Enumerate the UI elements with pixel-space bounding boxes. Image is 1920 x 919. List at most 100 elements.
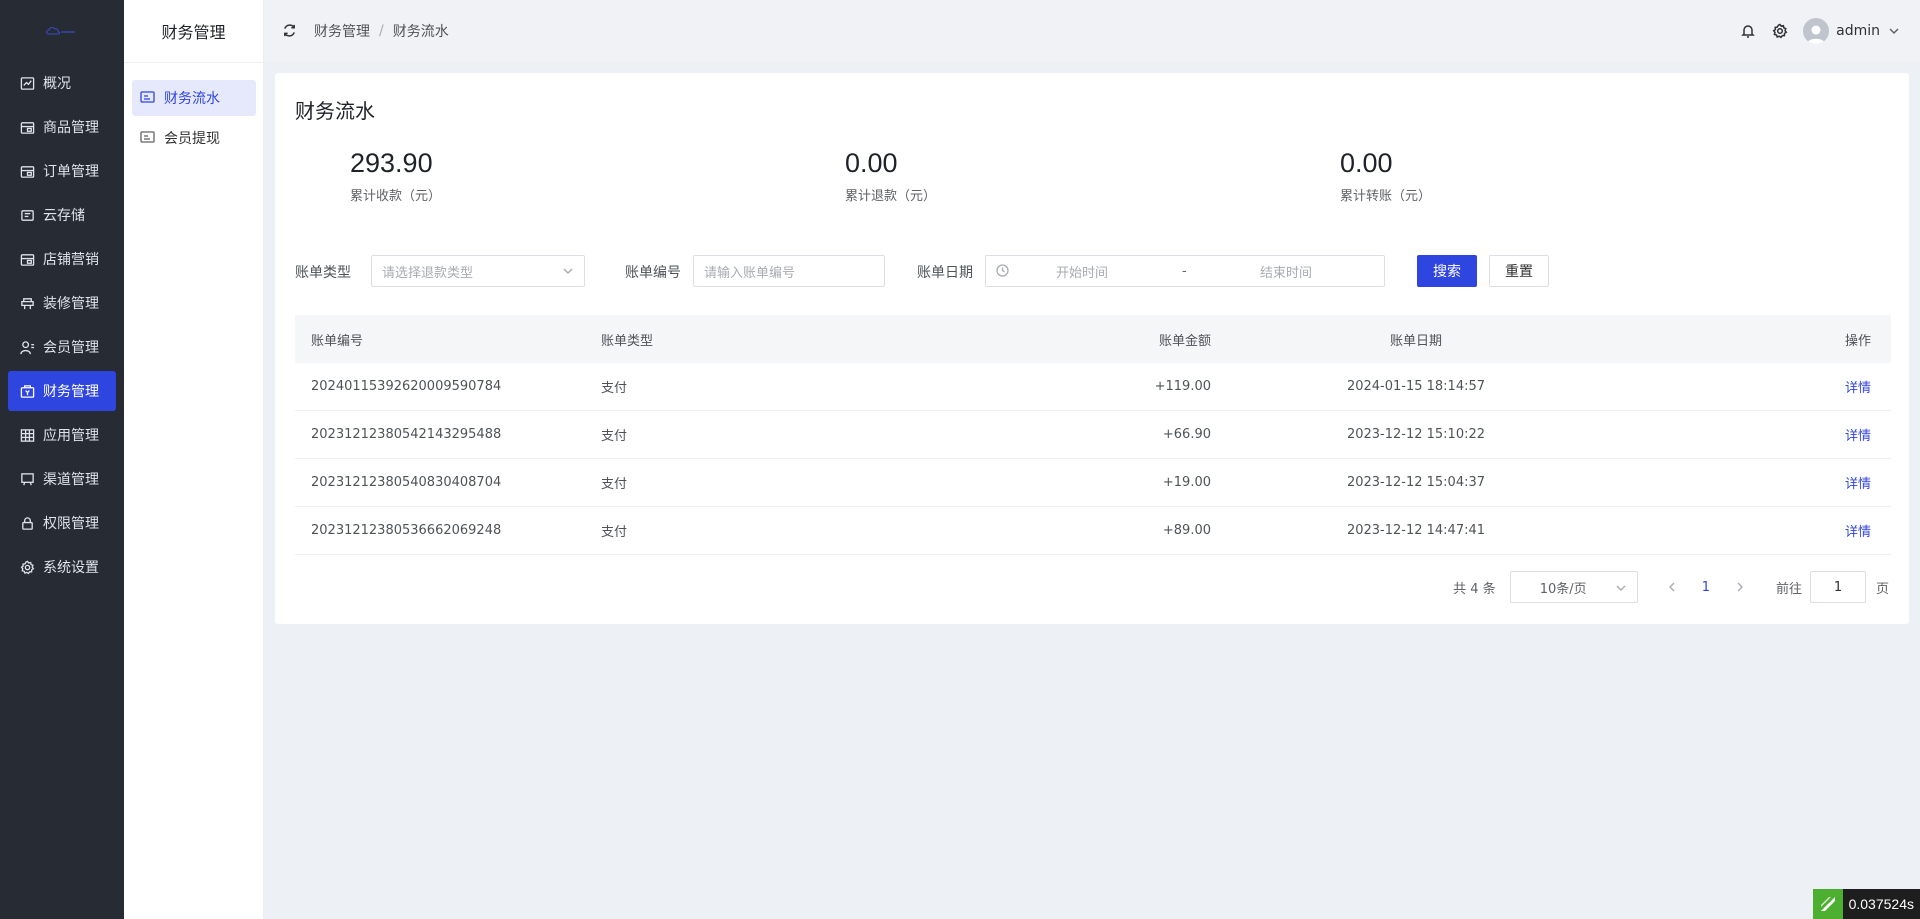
- avatar[interactable]: [1803, 18, 1830, 44]
- pagination-total: 共 4 条: [1453, 581, 1496, 597]
- detail-link-cell: 详情: [1621, 473, 1891, 492]
- gear-icon: [19, 559, 35, 575]
- cell-amount: +89.00: [1162, 523, 1211, 538]
- detail-link[interactable]: 详情: [1845, 525, 1871, 540]
- chevron-left-icon[interactable]: [1666, 581, 1678, 593]
- column-header-bill-type: 账单类型: [601, 333, 654, 349]
- cell-bill-no-cell: 20231212380542143295488: [295, 427, 601, 442]
- detail-link-cell: 详情: [1621, 377, 1891, 396]
- cell-amount: +19.00: [1162, 475, 1211, 490]
- cloud-storage-icon: [19, 207, 35, 223]
- nav-item-label: 财务管理: [43, 384, 99, 400]
- nav-item-8[interactable]: 应用管理: [8, 415, 116, 455]
- nav-item-2[interactable]: 订单管理: [8, 151, 116, 191]
- nav-item-3[interactable]: 云存储: [8, 195, 116, 235]
- cell-bill-no-cell: 20231212380540830408704: [295, 475, 601, 490]
- column-header-action: 操作: [1844, 333, 1871, 349]
- cell-amount: +119.00: [1154, 379, 1211, 394]
- bill-type-placeholder: 请选择退款类型: [382, 265, 474, 281]
- bill-date-label: 账单日期: [917, 265, 973, 281]
- user-name[interactable]: admin: [1836, 23, 1880, 39]
- detail-link[interactable]: 详情: [1845, 477, 1871, 492]
- nav-item-1[interactable]: 商品管理: [8, 107, 116, 147]
- finance-flow-card: 财务流水 293.90 累计收款（元） 0.00 累计退款（元） 0.00 累计…: [275, 73, 1909, 624]
- nav-item-label: 订单管理: [43, 164, 99, 180]
- nav-item-5[interactable]: 装修管理: [8, 283, 116, 323]
- cloud-logo-icon: [46, 27, 75, 35]
- detail-link[interactable]: 详情: [1845, 381, 1871, 396]
- breadcrumb-item[interactable]: 财务管理: [314, 21, 370, 41]
- cell-date-cell: 2023-12-12 14:47:41: [1211, 523, 1621, 538]
- card-icon: [140, 91, 156, 105]
- nav-item-label: 权限管理: [43, 516, 99, 532]
- decoration-icon: [19, 295, 35, 311]
- date-end-placeholder[interactable]: 结束时间: [1260, 262, 1312, 281]
- search-button[interactable]: 搜索: [1417, 255, 1477, 287]
- goto-page-input[interactable]: 1: [1809, 571, 1866, 603]
- reset-button[interactable]: 重置: [1489, 255, 1549, 287]
- bill-date-range-picker[interactable]: 开始时间 - 结束时间: [985, 255, 1385, 287]
- subnav-item-member-withdraw[interactable]: 会员提现: [132, 120, 256, 156]
- chevron-down-icon: [1615, 582, 1627, 594]
- cell-date-cell: 2023-12-12 15:04:37: [1211, 475, 1621, 490]
- order-icon: [19, 163, 35, 179]
- subnav-title: 财务管理: [124, 0, 263, 63]
- cell-date: 2023-12-12 15:10:22: [1346, 427, 1486, 442]
- nav-item-label: 云存储: [43, 208, 85, 224]
- date-start-placeholder[interactable]: 开始时间: [1056, 262, 1108, 281]
- bill-type-select[interactable]: 请选择退款类型: [371, 255, 585, 287]
- chevron-down-icon: [562, 265, 574, 277]
- nav-item-4[interactable]: 店铺营销: [8, 239, 116, 279]
- column-header-amount: 账单金额: [1158, 333, 1211, 349]
- nav-item-10[interactable]: 权限管理: [8, 503, 116, 543]
- page-title: 财务流水: [295, 99, 375, 123]
- cell-amount-cell: +119.00: [901, 379, 1211, 394]
- stat-total-received: 293.90 累计收款（元）: [350, 148, 441, 204]
- subnav-item-label: 会员提现: [164, 131, 220, 147]
- date-range-separator: -: [1182, 263, 1187, 279]
- cell-bill-no-cell: 20231212380536662069248: [295, 523, 601, 538]
- cell-bill-type: 支付: [601, 477, 628, 492]
- stat-value: 0.00: [845, 148, 898, 178]
- cell-amount-cell: +66.90: [901, 427, 1211, 442]
- nav-item-label: 系统设置: [43, 560, 99, 576]
- nav-item-9[interactable]: 渠道管理: [8, 459, 116, 499]
- stat-label: 累计转账（元）: [1340, 189, 1432, 204]
- gear-icon[interactable]: [1771, 22, 1789, 40]
- goto-label: 前往: [1775, 581, 1802, 597]
- column-header-date: 账单日期: [1389, 333, 1442, 349]
- pagination: 共 4 条 10条/页 1 前往 1 页: [1453, 571, 1889, 603]
- cell-bill-no: 20240115392620009590784: [311, 379, 502, 394]
- member-icon: [19, 339, 35, 355]
- cell-bill-type-cell: 支付: [601, 377, 901, 396]
- bell-icon[interactable]: [1739, 22, 1757, 40]
- logo: [0, 0, 124, 62]
- nav-item-label: 应用管理: [43, 428, 99, 444]
- refresh-icon[interactable]: [282, 23, 298, 39]
- nav-item-7[interactable]: 财务管理: [8, 371, 116, 411]
- top-header: 财务管理 / 财务流水 admin: [264, 0, 1920, 62]
- page-size-select[interactable]: 10条/页: [1509, 571, 1638, 603]
- detail-link-cell: 详情: [1621, 425, 1891, 444]
- cell-date: 2023-12-12 14:47:41: [1346, 523, 1486, 538]
- cell-date: 2024-01-15 18:14:57: [1346, 379, 1486, 394]
- cell-bill-no: 20231212380540830408704: [311, 475, 502, 490]
- chevron-down-icon[interactable]: [1888, 25, 1900, 37]
- shop-icon: [19, 251, 35, 267]
- page-number-current[interactable]: 1: [1702, 580, 1710, 595]
- bill-no-input[interactable]: 请输入账单编号: [693, 255, 885, 287]
- subnav-item-finance-flow[interactable]: 财务流水: [132, 80, 256, 116]
- subnav-item-label: 财务流水: [164, 91, 220, 107]
- nav-item-label: 渠道管理: [43, 472, 99, 488]
- cell-bill-type-cell: 支付: [601, 521, 901, 540]
- nav-item-11[interactable]: 系统设置: [8, 547, 116, 587]
- timer-value: 0.037524s: [1842, 889, 1920, 919]
- nav-item-6[interactable]: 会员管理: [8, 327, 116, 367]
- chevron-right-icon[interactable]: [1734, 581, 1746, 593]
- stat-label: 累计收款（元）: [350, 189, 442, 204]
- cell-bill-type-cell: 支付: [601, 425, 901, 444]
- nav-item-0[interactable]: 概况: [8, 63, 116, 103]
- table-row: 20231212380536662069248 支付 +89.00 2023-12-1…: [295, 507, 1891, 555]
- lock-icon: [19, 515, 35, 531]
- detail-link[interactable]: 详情: [1845, 429, 1871, 444]
